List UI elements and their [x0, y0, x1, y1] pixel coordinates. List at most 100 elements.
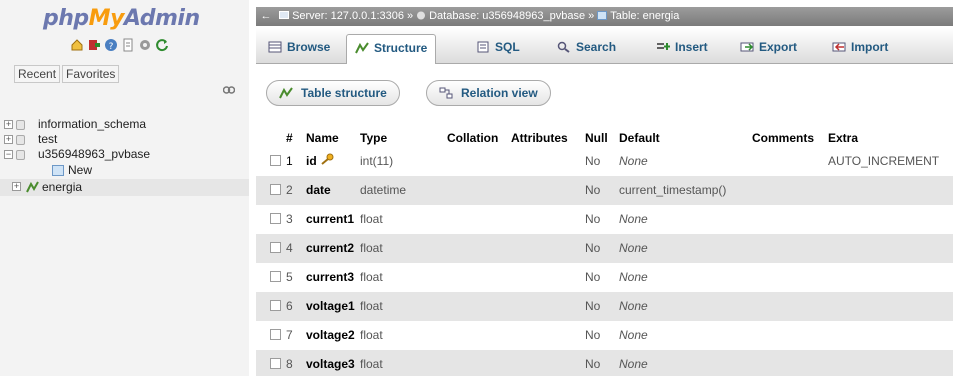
row-checkbox[interactable]	[270, 176, 281, 204]
database-icon	[16, 120, 25, 130]
row-checkbox[interactable]	[270, 234, 281, 262]
row-num: 7	[286, 328, 293, 342]
tab-label: Import	[851, 40, 889, 54]
tab-structure[interactable]: Structure	[346, 34, 437, 64]
docs-icon[interactable]	[121, 38, 135, 52]
column-null: No	[585, 299, 601, 313]
header-default[interactable]: Default	[619, 129, 660, 147]
collapse-nav-arrow[interactable]: ←	[256, 7, 276, 26]
sql-icon	[476, 36, 490, 53]
tab-import[interactable]: Import	[824, 34, 896, 64]
row-num: 4	[286, 241, 293, 255]
breadcrumb-separator: »	[588, 10, 595, 22]
row-checkbox[interactable]	[270, 350, 281, 376]
row-num: 2	[286, 183, 293, 197]
expand-icon[interactable]: +	[4, 120, 13, 129]
column-null: No	[585, 270, 601, 284]
database-icon	[416, 8, 426, 20]
tab-label: SQL	[495, 40, 520, 54]
row-checkbox[interactable]	[270, 147, 281, 175]
column-default: None	[619, 154, 648, 168]
row-num: 1	[286, 154, 293, 168]
favorites-tab[interactable]: Favorites	[62, 65, 120, 83]
header-collation[interactable]: Collation	[447, 129, 498, 147]
header-name[interactable]: Name	[306, 129, 339, 147]
main-content: ← Server: 127.0.0.1:3306 » Database: u356…	[256, 0, 953, 376]
tab-browse[interactable]: Browse	[260, 34, 338, 64]
column-type: float	[360, 299, 383, 313]
server-icon	[279, 8, 290, 19]
recent-tab[interactable]: Recent	[14, 65, 61, 83]
column-null: No	[585, 154, 601, 168]
subtab-relation-view[interactable]: Relation view	[426, 80, 551, 106]
navigation-panel: phpMyAdmin ? Recent Favorites + informat…	[0, 0, 249, 376]
recent-favorites-tabs: Recent Favorites	[14, 65, 121, 83]
header-extra[interactable]: Extra	[828, 129, 858, 147]
logo-part-my: My	[88, 6, 125, 31]
column-default: None	[619, 241, 648, 255]
breadcrumb-database[interactable]: Database: u356948963_pvbase	[429, 10, 585, 22]
row-num: 3	[286, 212, 293, 226]
tree-item-energia[interactable]: + energia	[0, 179, 249, 196]
table-header: # Name Type Collation Attributes Null De…	[256, 129, 953, 147]
column-name: current3	[306, 270, 355, 284]
tree-item-new[interactable]: New	[0, 162, 249, 179]
expand-icon[interactable]: +	[4, 135, 13, 144]
tab-export[interactable]: Export	[732, 34, 805, 64]
nav-icon-bar: ?	[70, 38, 169, 52]
tab-label: Search	[576, 40, 617, 54]
tab-label: Export	[759, 40, 798, 54]
tree-item-u356948963-pvbase[interactable]: − u356948963_pvbase	[0, 147, 249, 162]
search-icon	[557, 36, 571, 53]
subtab-label: Table structure	[301, 86, 387, 100]
settings-icon[interactable]	[138, 38, 152, 52]
tab-sql[interactable]: SQL	[468, 34, 528, 64]
chain-link-icon[interactable]	[222, 82, 236, 97]
column-null: No	[585, 357, 601, 371]
tree-item-label[interactable]: information_schema	[38, 117, 146, 132]
tree-item-label[interactable]: New	[68, 162, 92, 179]
row-checkbox[interactable]	[270, 205, 281, 233]
row-checkbox[interactable]	[270, 263, 281, 291]
reload-icon[interactable]	[155, 38, 169, 52]
tree-item-test[interactable]: + test	[0, 132, 249, 147]
header-type[interactable]: Type	[360, 129, 387, 147]
tab-search[interactable]: Search	[549, 34, 624, 64]
breadcrumb-table[interactable]: Table: energia	[610, 10, 679, 22]
header-attributes[interactable]: Attributes	[511, 129, 568, 147]
tab-label: Browse	[287, 40, 331, 54]
home-icon[interactable]	[70, 38, 84, 52]
expand-icon[interactable]: +	[12, 182, 21, 191]
tree-item-label[interactable]: u356948963_pvbase	[38, 147, 150, 162]
help-icon[interactable]: ?	[104, 38, 118, 52]
header-null[interactable]: Null	[585, 129, 608, 147]
header-num[interactable]: #	[286, 129, 293, 147]
column-null: No	[585, 328, 601, 342]
column-name: date	[306, 183, 331, 197]
phpmyadmin-logo[interactable]: phpMyAdmin	[43, 6, 200, 31]
exit-icon[interactable]	[87, 38, 101, 52]
logo-part-php: php	[43, 6, 89, 31]
column-type: float	[360, 328, 383, 342]
row-checkbox[interactable]	[270, 292, 281, 320]
tree-item-information-schema[interactable]: + information_schema	[0, 117, 249, 132]
header-comments[interactable]: Comments	[752, 129, 814, 147]
tab-insert[interactable]: Insert	[648, 34, 716, 64]
structure-icon	[279, 83, 293, 99]
breadcrumb-server[interactable]: Server: 127.0.0.1:3306	[292, 10, 404, 22]
column-default: None	[619, 328, 648, 342]
table-row: 2 date datetime No current_timestamp()	[256, 176, 953, 205]
tree-item-label[interactable]: test	[38, 132, 57, 147]
collapse-icon[interactable]: −	[4, 150, 13, 159]
column-default: current_timestamp()	[619, 183, 727, 197]
subtab-table-structure[interactable]: Table structure	[266, 80, 400, 106]
database-icon	[16, 135, 25, 145]
column-type: float	[360, 241, 383, 255]
relation-icon	[439, 83, 453, 99]
table-icon	[597, 8, 608, 20]
table-row: 7 voltage2 float No None	[256, 321, 953, 350]
column-type: datetime	[360, 183, 407, 197]
row-checkbox[interactable]	[270, 321, 281, 349]
table-menu-bar: Browse Structure SQL Search Insert Expor…	[256, 28, 953, 64]
tree-item-label[interactable]: energia	[42, 179, 82, 196]
